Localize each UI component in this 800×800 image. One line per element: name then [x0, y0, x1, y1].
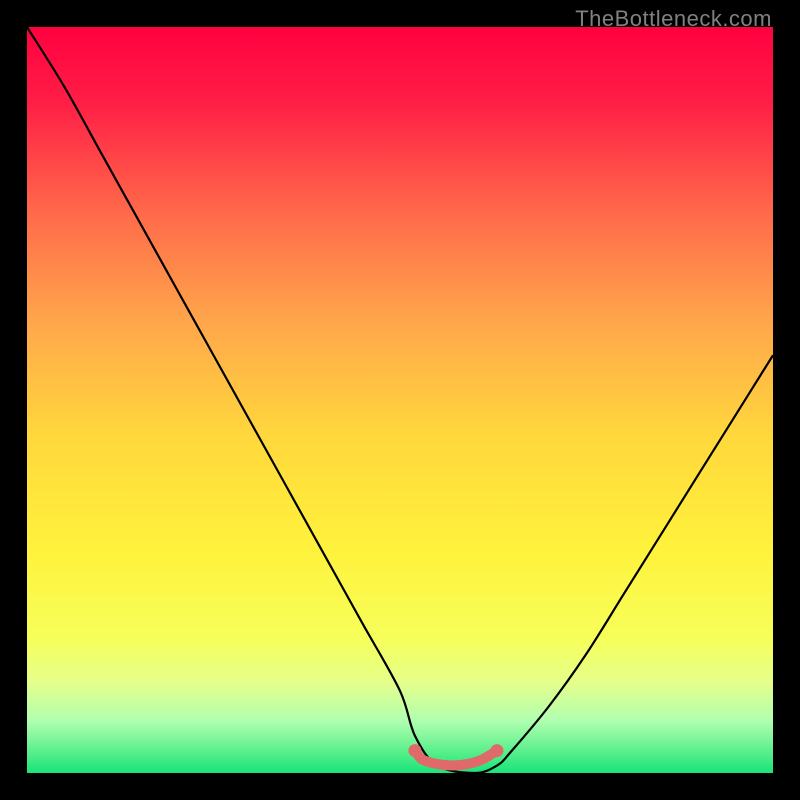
chart-curves [27, 27, 773, 773]
optimal-zone-marker [415, 751, 497, 766]
bottleneck-curve [27, 27, 773, 773]
